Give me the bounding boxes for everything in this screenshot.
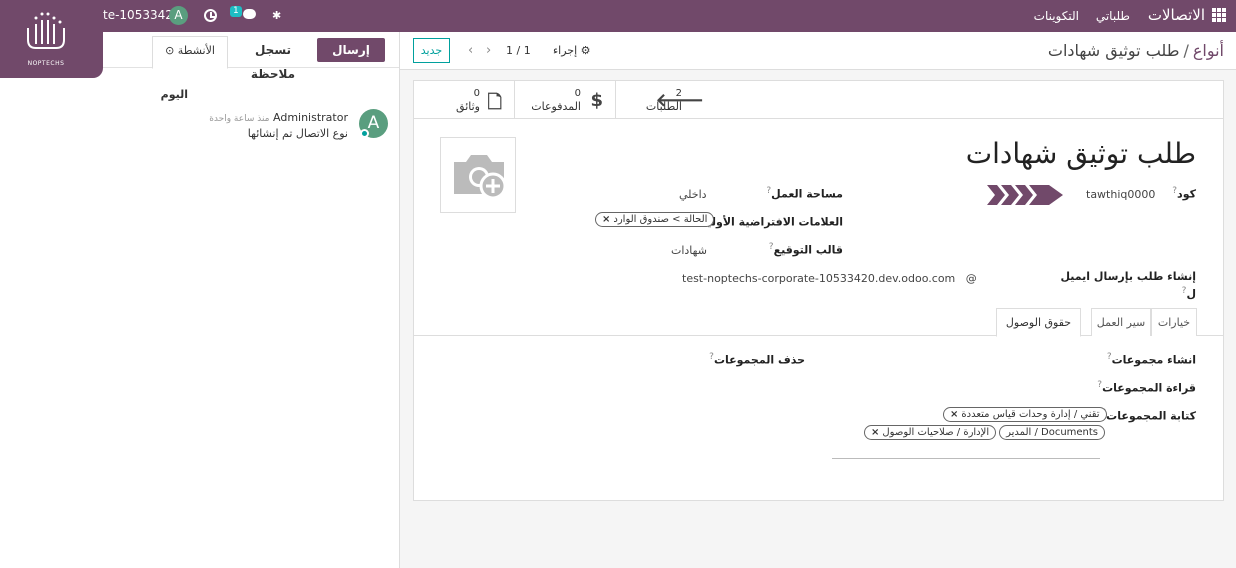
email-label-2: ل? [1182, 286, 1196, 301]
chat-badge: 1 [230, 6, 242, 17]
delete-groups-label-text: حذف المجموعات [713, 353, 805, 367]
chat-icon[interactable] [243, 9, 256, 19]
send-message-button[interactable]: إرسال رسالة [317, 38, 385, 81]
stat-requests-count: 2 [675, 88, 682, 99]
new-button[interactable]: جديد [413, 38, 450, 63]
email-label-2-text: ل [1186, 287, 1196, 301]
file-icon: 🗋 [487, 92, 502, 113]
read-groups-label-text: قراءة المجموعات [1102, 381, 1196, 395]
email-label-1: إنشاء طلب بإرسال ايميل [1060, 270, 1196, 283]
breadcrumb: أنواع/طلب توثيق شهادات [1048, 41, 1224, 60]
control-panel: أنواع/طلب توثيق شهادات جديد ‹ › 1 / 1 إج… [400, 32, 1236, 70]
bug-icon[interactable]: ✱ [272, 9, 281, 22]
tab-access-rights[interactable]: حقوق الوصول [996, 308, 1081, 337]
activities-button[interactable]: ⊙ الأنشطة [152, 36, 228, 69]
tag-chip[interactable]: الإدارة / صلاحيات الوصول× [864, 425, 997, 440]
tab-options[interactable]: خيارات [1151, 308, 1197, 336]
workspace-value[interactable]: داخلي [679, 188, 707, 201]
stat-documents-button[interactable]: 🗋 0 وثائق [413, 81, 514, 118]
stat-requests-button[interactable]: 🡐 2 الطلبات [615, 81, 716, 118]
gear-icon: ⚙ [580, 44, 591, 57]
write-groups-field-row1[interactable]: تقني / إدارة وحدات قياس متعددة× [940, 407, 1107, 422]
notebook-tabs: خيارات سير العمل حقوق الوصول [414, 308, 1223, 337]
sign-template-label-text: قالب التوقيع [773, 243, 843, 257]
message-author: Administrator منذ ساعة واحدة [209, 111, 348, 124]
logo-mark-icon [27, 12, 65, 49]
tag-chip[interactable]: تقني / إدارة وحدات قياس متعددة× [943, 407, 1107, 422]
author-name[interactable]: Administrator [273, 111, 348, 124]
field-underline[interactable] [832, 458, 1100, 459]
clock-icon[interactable] [204, 9, 217, 22]
remove-tag-icon[interactable]: × [871, 427, 879, 438]
sign-template-label: قالب التوقيع? [769, 242, 843, 257]
remove-tag-icon[interactable]: × [602, 214, 610, 225]
date-separator: اليوم [160, 88, 188, 101]
log-note-button[interactable]: تسجل ملاحظة [232, 38, 314, 81]
app-name[interactable]: الاتصالات [1148, 6, 1205, 24]
pager-value[interactable]: 1 / 1 [506, 44, 531, 57]
write-groups-label: كتابة المجموعات? [1101, 408, 1196, 423]
breadcrumb-current: طلب توثيق شهادات [1047, 41, 1180, 60]
delete-groups-label: حذف المجموعات? [709, 352, 805, 367]
tag-chip[interactable]: الحالة > صندوق الوارد× [595, 212, 715, 227]
default-tags-field[interactable]: الحالة > صندوق الوارد× [592, 212, 715, 227]
create-groups-label: انشاء مجموعات? [1107, 352, 1196, 367]
workspace-label-text: مساحة العمل [771, 187, 843, 201]
company-logo: NOPTECHS [0, 0, 103, 78]
menu-configuration[interactable]: التكوينات [1034, 9, 1079, 23]
action-menu-button[interactable]: إجراء ⚙ [553, 44, 591, 57]
tag-text: الحالة > صندوق الوارد [613, 214, 708, 225]
stat-payments-count: 0 [574, 88, 581, 99]
email-alias-field[interactable]: test-noptechs-corporate-10533420.dev.odo… [682, 272, 977, 285]
default-tags-label-text: العلامات الافتراضية الأولية [700, 215, 843, 229]
write-groups-field-row2[interactable]: Documents / المدير الإدارة / صلاحيات الوص… [861, 425, 1106, 440]
user-avatar[interactable]: A [169, 6, 188, 25]
stat-documents-count: 0 [473, 88, 480, 99]
message-time: منذ ساعة واحدة [209, 114, 270, 124]
remove-tag-icon[interactable]: × [950, 409, 958, 420]
record-title[interactable]: طلب توثيق شهادات [966, 137, 1196, 170]
online-status-dot [360, 129, 369, 138]
image-upload[interactable] [440, 137, 516, 213]
chevron-arrows-icon [987, 185, 1063, 205]
stat-requests-label: الطلبات [645, 100, 682, 113]
logo-text: NOPTECHS [27, 60, 65, 67]
stat-payments-button[interactable]: $ 0 المدفوعات [514, 81, 615, 118]
menu-my-requests[interactable]: طلباتي [1096, 9, 1130, 23]
pager-next-icon[interactable]: › [486, 43, 491, 58]
breadcrumb-root[interactable]: أنواع [1193, 41, 1224, 60]
workspace-label: مساحة العمل? [766, 186, 843, 201]
read-groups-label: قراءة المجموعات? [1097, 380, 1196, 395]
stat-documents-label: وثائق [456, 100, 480, 113]
breadcrumb-separator: / [1183, 41, 1189, 60]
email-alias-value: test-noptechs-corporate-10533420.dev.odo… [682, 272, 956, 285]
message-body: نوع الاتصال تم إنشائها [247, 127, 348, 140]
sign-template-value[interactable]: شهادات [671, 244, 707, 257]
camera-plus-icon [454, 155, 507, 200]
tag-chip[interactable]: Documents / المدير [999, 425, 1106, 440]
code-label: كود? [1172, 186, 1196, 201]
top-navbar: الاتصالات طلباتي التكوينات te-10533420) … [0, 0, 1236, 32]
tag-text: Documents / المدير [1006, 427, 1099, 438]
code-value[interactable]: tawthiq0000 [1086, 188, 1155, 201]
code-label-text: كود [1177, 187, 1196, 201]
email-domain-at: @ [965, 272, 977, 285]
write-groups-label-text: كتابة المجموعات [1106, 409, 1196, 423]
create-groups-label-text: انشاء مجموعات [1111, 353, 1196, 367]
default-tags-label: العلامات الافتراضية الأولية? [696, 214, 843, 229]
form-sheet: 🡐 2 الطلبات $ 0 المدفوعات 🗋 0 وثائق طلب … [413, 80, 1224, 501]
chatter-panel: إرسال رسالة تسجل ملاحظة ⊙ الأنشطة اليوم … [0, 32, 400, 568]
stat-payments-label: المدفوعات [531, 100, 581, 113]
tag-text: تقني / إدارة وحدات قياس متعددة [961, 409, 1100, 420]
dollar-icon: $ [590, 90, 603, 111]
pager-prev-icon[interactable]: ‹ [468, 43, 473, 58]
apps-grid-icon[interactable] [1212, 8, 1226, 22]
smart-button-box: 🡐 2 الطلبات $ 0 المدفوعات 🗋 0 وثائق [413, 81, 1223, 119]
action-label: إجراء [553, 44, 578, 57]
tab-workflow[interactable]: سير العمل [1091, 308, 1151, 336]
tag-text: الإدارة / صلاحيات الوصول [882, 427, 990, 438]
activities-label: الأنشطة [177, 44, 215, 57]
